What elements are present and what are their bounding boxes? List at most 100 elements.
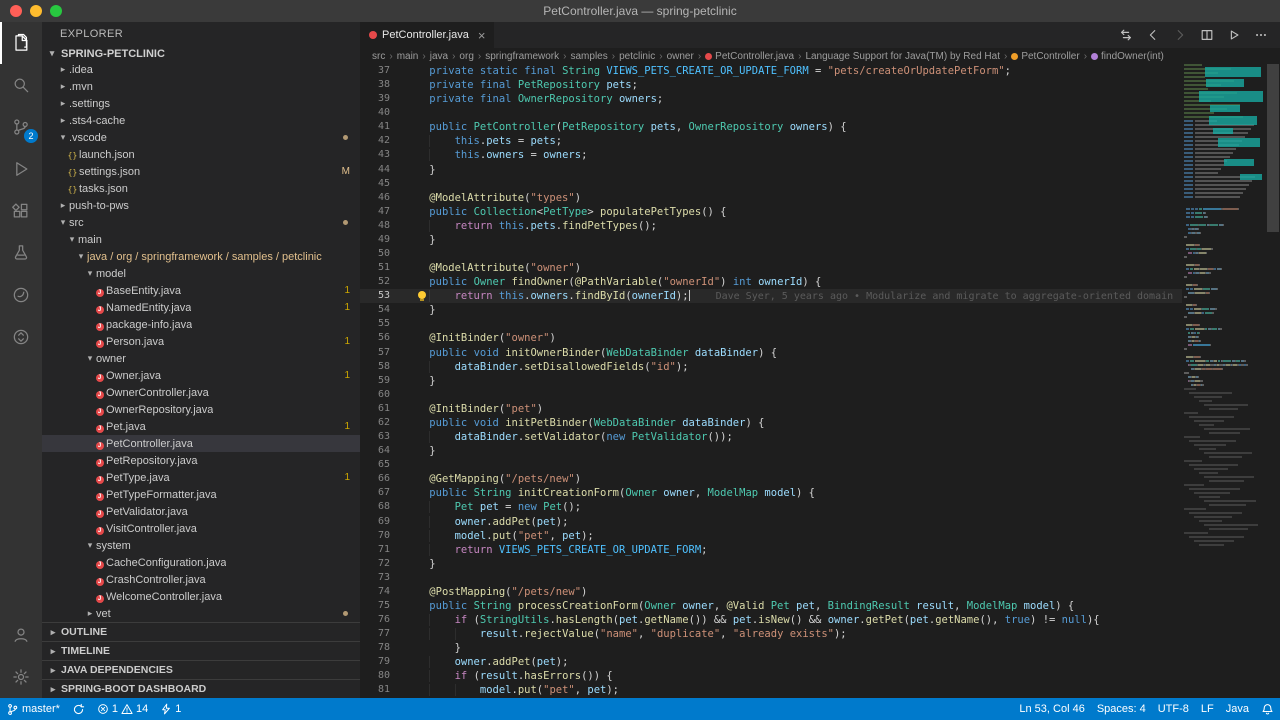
tasks-indicator[interactable]: 1 — [154, 698, 187, 720]
tree-file-baseentity-java[interactable]: JBaseEntity.java1 — [42, 282, 360, 299]
breadcrumb-item[interactable]: PetController.java — [705, 51, 794, 62]
code-line-77[interactable]: 77 result.rejectValue("name", "duplicate… — [360, 627, 1182, 641]
code-line-75[interactable]: 75 public String processCreationForm(Own… — [360, 599, 1182, 613]
encoding[interactable]: UTF-8 — [1152, 698, 1195, 720]
scrollbar-thumb[interactable] — [1267, 64, 1279, 232]
tree-folder-vscode[interactable]: ▾.vscode — [42, 129, 360, 146]
tree-folder-main[interactable]: ▾main — [42, 231, 360, 248]
tree-folder-mvn[interactable]: ▸.mvn — [42, 78, 360, 95]
code-line-39[interactable]: 39 private final OwnerRepository owners; — [360, 92, 1182, 106]
run-icon[interactable] — [1227, 28, 1241, 42]
code-line-48[interactable]: 48 return this.pets.findPetTypes(); — [360, 219, 1182, 233]
code-line-61[interactable]: 61 @InitBinder("pet") — [360, 402, 1182, 416]
code-line-55[interactable]: 55 — [360, 317, 1182, 331]
code-line-81[interactable]: 81 model.put("pet", pet); — [360, 683, 1182, 697]
sync-indicator[interactable] — [66, 698, 91, 720]
code-line-63[interactable]: 63 dataBinder.setValidator(new PetValida… — [360, 430, 1182, 444]
navigate-forward-icon[interactable] — [1173, 28, 1187, 42]
search-activity-icon[interactable] — [0, 64, 42, 106]
explorer-activity-icon[interactable] — [0, 22, 42, 64]
tree-file-namedentity-java[interactable]: JNamedEntity.java1 — [42, 299, 360, 316]
tree-file-package-info-java[interactable]: Jpackage-info.java — [42, 316, 360, 333]
code-line-67[interactable]: 67 public String initCreationForm(Owner … — [360, 486, 1182, 500]
tree-file-person-java[interactable]: JPerson.java1 — [42, 333, 360, 350]
zoom-window-button[interactable] — [50, 5, 62, 17]
tree-folder-idea[interactable]: ▸.idea — [42, 61, 360, 78]
cursor-position[interactable]: Ln 53, Col 46 — [1013, 698, 1090, 720]
tree-folder-system[interactable]: ▾system — [42, 537, 360, 554]
code-line-60[interactable]: 60 — [360, 388, 1182, 402]
tree-file-pet-java[interactable]: JPet.java1 — [42, 418, 360, 435]
breadcrumb-item[interactable]: org — [459, 51, 473, 62]
code-line-73[interactable]: 73 — [360, 571, 1182, 585]
settings-icon[interactable] — [0, 656, 42, 698]
tree-file-settings-json[interactable]: {}settings.jsonM — [42, 163, 360, 180]
tree-folder-settings[interactable]: ▸.settings — [42, 95, 360, 112]
breadcrumb-item[interactable]: findOwner(int) — [1091, 51, 1164, 62]
code-line-57[interactable]: 57 public void initOwnerBinder(WebDataBi… — [360, 346, 1182, 360]
code-line-69[interactable]: 69 owner.addPet(pet); — [360, 515, 1182, 529]
close-window-button[interactable] — [10, 5, 22, 17]
minimap[interactable] — [1182, 64, 1266, 698]
code-line-49[interactable]: 49 } — [360, 233, 1182, 247]
problems-indicator[interactable]: 114 — [91, 698, 154, 720]
tree-file-visitcontroller-java[interactable]: JVisitController.java — [42, 520, 360, 537]
tree-file-crashcontroller-java[interactable]: JCrashController.java — [42, 571, 360, 588]
breadcrumb-item[interactable]: springframework — [485, 51, 559, 62]
sidebar-section-spring-boot-dashboard[interactable]: ▸SPRING-BOOT DASHBOARD — [42, 679, 360, 698]
code-line-44[interactable]: 44 } — [360, 163, 1182, 177]
breadcrumb-item[interactable]: src — [372, 51, 385, 62]
code-area[interactable]: 37 private static final String VIEWS_PET… — [360, 64, 1182, 698]
code-line-70[interactable]: 70 model.put("pet", pet); — [360, 529, 1182, 543]
code-line-72[interactable]: 72 } — [360, 557, 1182, 571]
breadcrumb-item[interactable]: main — [397, 51, 419, 62]
indentation[interactable]: Spaces: 4 — [1091, 698, 1152, 720]
code-line-40[interactable]: 40 — [360, 106, 1182, 120]
tree-file-petvalidator-java[interactable]: JPetValidator.java — [42, 503, 360, 520]
notifications[interactable] — [1255, 698, 1280, 720]
code-line-46[interactable]: 46 @ModelAttribute("types") — [360, 191, 1182, 205]
code-line-78[interactable]: 78 } — [360, 641, 1182, 655]
tree-file-owner-java[interactable]: JOwner.java1 — [42, 367, 360, 384]
close-tab-icon[interactable]: × — [478, 28, 486, 43]
sidebar-section-java-dependencies[interactable]: ▸JAVA DEPENDENCIES — [42, 660, 360, 679]
tree-folder-src[interactable]: ▾src — [42, 214, 360, 231]
accounts-icon[interactable] — [0, 614, 42, 656]
editor-scrollbar[interactable] — [1266, 64, 1280, 698]
code-line-51[interactable]: 51 @ModelAttribute("owner") — [360, 261, 1182, 275]
tree-folder-sts4-cache[interactable]: ▸.sts4-cache — [42, 112, 360, 129]
code-line-47[interactable]: 47 public Collection<PetType> populatePe… — [360, 205, 1182, 219]
project-section-header[interactable]: ▾ SPRING-PETCLINIC — [42, 46, 360, 61]
code-line-52[interactable]: 52 public Owner findOwner(@PathVariable(… — [360, 275, 1182, 289]
code-line-80[interactable]: 80 if (result.hasErrors()) { — [360, 669, 1182, 683]
code-line-58[interactable]: 58 dataBinder.setDisallowedFields("id"); — [360, 360, 1182, 374]
tree-file-petcontroller-java[interactable]: JPetController.java — [42, 435, 360, 452]
navigate-back-icon[interactable] — [1146, 28, 1160, 42]
tree-file-pettype-java[interactable]: JPetType.java1 — [42, 469, 360, 486]
code-line-45[interactable]: 45 — [360, 177, 1182, 191]
split-editor-icon[interactable] — [1200, 28, 1214, 42]
source-control-activity-icon[interactable]: 2 — [0, 106, 42, 148]
tree-file-ownercontroller-java[interactable]: JOwnerController.java — [42, 384, 360, 401]
extensions-activity-icon[interactable] — [0, 190, 42, 232]
code-line-56[interactable]: 56 @InitBinder("owner") — [360, 331, 1182, 345]
tree-folder-vet[interactable]: ▸vet — [42, 605, 360, 622]
breadcrumb-item[interactable]: owner — [667, 51, 694, 62]
tree-file-tasks-json[interactable]: {}tasks.json — [42, 180, 360, 197]
code-line-62[interactable]: 62 public void initPetBinder(WebDataBind… — [360, 416, 1182, 430]
sidebar-section-outline[interactable]: ▸OUTLINE — [42, 622, 360, 641]
code-line-74[interactable]: 74 @PostMapping("/pets/new") — [360, 585, 1182, 599]
tree-file-pettypeformatter-java[interactable]: JPetTypeFormatter.java — [42, 486, 360, 503]
code-line-59[interactable]: 59 } — [360, 374, 1182, 388]
minimize-window-button[interactable] — [30, 5, 42, 17]
code-line-43[interactable]: 43 this.owners = owners; — [360, 148, 1182, 162]
compare-changes-icon[interactable] — [1119, 28, 1133, 42]
breadcrumb-item[interactable]: petclinic — [619, 51, 655, 62]
tree-file-ownerrepository-java[interactable]: JOwnerRepository.java — [42, 401, 360, 418]
sidebar-section-timeline[interactable]: ▸TIMELINE — [42, 641, 360, 660]
remote-activity-icon[interactable] — [0, 316, 42, 358]
code-line-71[interactable]: 71 return VIEWS_PETS_CREATE_OR_UPDATE_FO… — [360, 543, 1182, 557]
test-activity-icon[interactable] — [0, 232, 42, 274]
code-line-42[interactable]: 42 this.pets = pets; — [360, 134, 1182, 148]
code-line-79[interactable]: 79 owner.addPet(pet); — [360, 655, 1182, 669]
